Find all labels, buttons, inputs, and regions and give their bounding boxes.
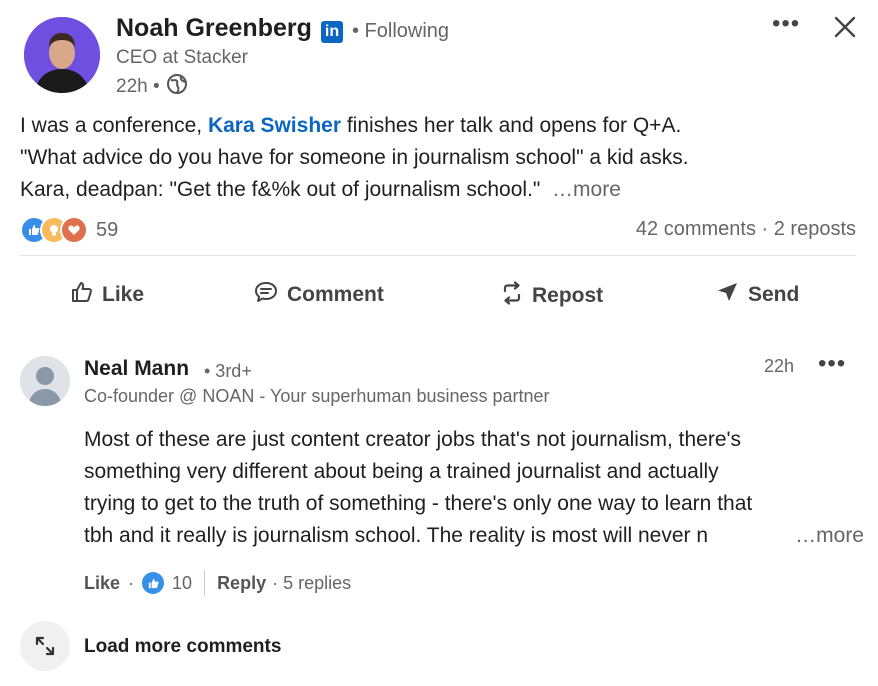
comment-icon [253,280,279,310]
follow-status: • Following [352,20,450,42]
divider [20,255,856,256]
thumbs-up-icon [70,280,94,310]
comment-body: Most of these are just content creator j… [84,424,864,552]
post-line-1: I was a conference, Kara Swisher finishe… [20,114,682,137]
commenter-name[interactable]: Neal Mann [84,357,189,381]
comment-line-2: something very different about being a t… [84,460,719,483]
connection-degree: • 3rd+ [204,361,252,381]
reactions-summary[interactable]: 59 [20,216,118,244]
replies-count[interactable]: · 5 replies [272,573,351,594]
repost-label: Repost [532,284,604,307]
expand-icon[interactable] [20,621,70,671]
comment-like-button[interactable]: Like [84,573,120,594]
comment-line-1: Most of these are just content creator j… [84,428,742,451]
comment-options-icon[interactable]: ••• [818,350,846,378]
mention-link[interactable]: Kara Swisher [208,114,341,137]
load-more-comments-button[interactable]: Load more comments [84,636,281,658]
repost-button[interactable]: Repost [500,280,603,312]
comments-reposts-count[interactable]: 42 comments · 2 reposts [636,218,856,241]
post-line-3: Kara, deadpan: "Get the f&%k out of jour… [20,178,621,201]
comment-time: 22h [764,356,795,376]
commenter-avatar[interactable] [20,356,70,406]
comment-line-3: trying to get to the truth of something … [84,492,753,515]
globe-icon [166,73,188,101]
post-meta: 22h • [116,73,188,101]
like-label: Like [102,283,145,306]
commenter-headline: Co-founder @ NOAN - Your superhuman busi… [84,386,550,406]
comment-like-count: 10 [172,572,193,593]
repost-icon [500,280,524,312]
comment-line-4: tbh and it really is journalism school. … [84,520,864,552]
author-avatar[interactable] [24,17,100,93]
post-time: 22h • [116,76,160,97]
post-body: I was a conference, Kara Swisher finishe… [20,110,860,206]
comment-like-reaction-icon [142,572,165,594]
author-headline: CEO at Stacker [116,47,248,68]
comment-actions: Like · 10 Reply · 5 replies [84,570,351,596]
more-options-icon[interactable]: ••• [772,10,800,38]
send-icon [716,280,740,310]
comment-button[interactable]: Comment [253,280,384,310]
reply-button[interactable]: Reply [217,573,266,594]
comment-label: Comment [287,283,384,306]
author-name[interactable]: Noah Greenberg [116,14,312,43]
comment-see-more-link[interactable]: …more [795,520,864,552]
like-button[interactable]: Like [70,280,144,310]
send-button[interactable]: Send [716,280,799,310]
send-label: Send [748,283,800,306]
close-icon[interactable] [832,14,858,40]
reaction-count: 59 [96,218,119,241]
linkedin-badge-icon: in [321,21,343,43]
post-line-2: "What advice do you have for someone in … [20,146,689,169]
love-reaction-icon [60,216,88,244]
see-more-link[interactable]: …more [552,178,621,201]
vertical-divider [204,570,206,596]
